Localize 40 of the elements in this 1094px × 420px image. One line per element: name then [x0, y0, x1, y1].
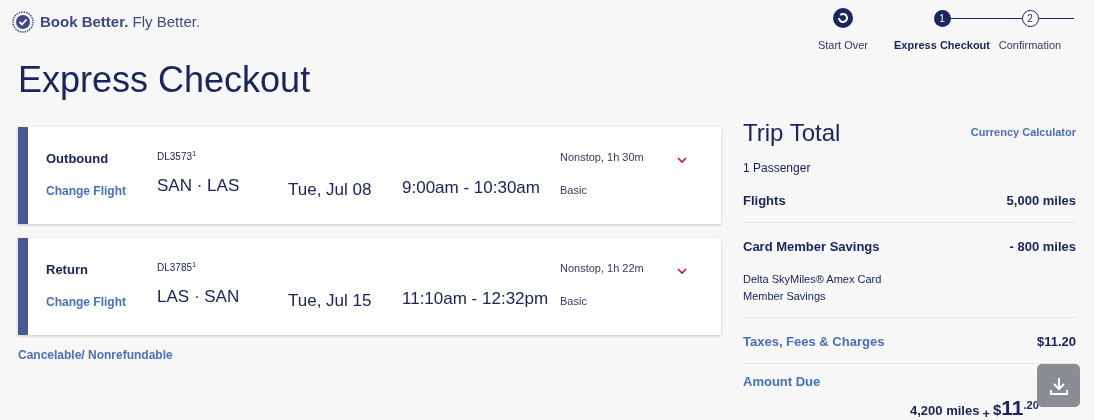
stops-duration: Nonstop, 1h 22m [560, 260, 645, 276]
savings-note: Delta SkyMiles® Amex Card Member Savings [743, 271, 883, 304]
chevron-down-icon[interactable] [677, 267, 687, 275]
price-line-label: Flights [743, 191, 786, 210]
flight-date: Tue, Jul 08 [288, 178, 373, 201]
flight-number: DL3785$^{1}$ [157, 259, 198, 275]
price-line-label[interactable]: Taxes, Fees & Charges [743, 331, 885, 351]
brand-tagline: Book Better. Fly Better. [40, 12, 201, 32]
price-line-value: - 800 miles [1009, 238, 1076, 256]
restart-icon[interactable] [832, 8, 853, 28]
fare-rules-link[interactable]: Cancelable/ Nonrefundable [18, 345, 173, 364]
direction-label: Outbound [46, 149, 110, 168]
fare-class: Basic [560, 183, 588, 198]
step-number: 2 [1021, 9, 1039, 27]
currency-calculator-link[interactable]: Currency Calculator [970, 124, 1076, 141]
change-flight-link[interactable]: Change Flight [46, 293, 157, 311]
start-over-link[interactable]: Start Over [817, 37, 868, 54]
checkmark-badge-icon [12, 11, 34, 34]
route: SAN · LAS [157, 174, 241, 197]
flight-time: 11:10am - 12:32pm [402, 287, 550, 310]
page-title: Express Checkout [18, 57, 312, 102]
fare-class: Basic [560, 294, 588, 309]
direction-label: Return [46, 260, 89, 279]
flight-number: DL3573$^{1}$ [157, 148, 198, 164]
flight-date: Tue, Jul 15 [288, 289, 373, 312]
step-label: Express Checkout [894, 38, 990, 53]
flight-time: 9:00am - 10:30am [402, 176, 541, 199]
passenger-count: 1 Passenger [743, 159, 812, 177]
step-number: 1 [933, 9, 951, 27]
chevron-down-icon[interactable] [677, 156, 687, 164]
price-line-value: $11.20 [1036, 332, 1076, 351]
amount-due-label: Amount Due [743, 373, 821, 391]
price-line-value: 5,000 miles [1006, 191, 1076, 210]
download-button[interactable] [1037, 364, 1080, 407]
route: LAS · SAN [157, 285, 241, 308]
stops-duration: Nonstop, 1h 30m [560, 149, 645, 165]
change-flight-link[interactable]: Change Flight [46, 182, 157, 200]
price-line-label: Card Member Savings [743, 238, 880, 256]
step-label: Confirmation [998, 38, 1062, 53]
trip-total-title: Trip Total [743, 117, 841, 148]
